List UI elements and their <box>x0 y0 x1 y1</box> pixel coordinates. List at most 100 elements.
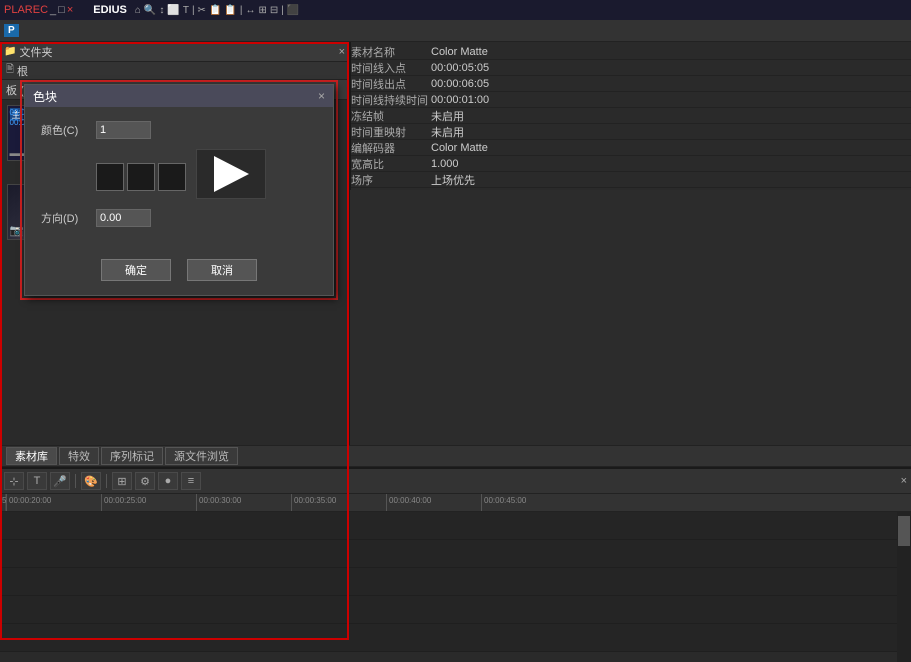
toolbar-sep3: | <box>281 5 284 16</box>
swatch-1[interactable] <box>96 163 124 191</box>
vscroll-thumb[interactable] <box>898 516 910 546</box>
file-panel-tab[interactable]: 📁 文件夹 <box>4 44 52 60</box>
bottom-area: ⊹ T 🎤 🎨 ⊞ ⚙ ● ≡ × 5 00:00:20:0000:00:25:… <box>0 467 911 662</box>
tl-btn-layers[interactable]: ≡ <box>181 472 201 490</box>
toolbar-icon-1[interactable]: ⌂ <box>135 5 141 16</box>
toolbar-icon-12[interactable]: ⬛ <box>287 5 299 16</box>
edius-title: EDIUS <box>93 4 127 16</box>
track-row-3 <box>0 568 897 596</box>
tl-btn-grid[interactable]: ⊞ <box>112 472 132 490</box>
info-row: 时间线入点 00:00:05:05 <box>351 60 911 76</box>
info-rows: 素材名称 Color Matte 时间线入点 00:00:05:05 时间线出点… <box>351 44 911 188</box>
track-body-1 <box>0 512 897 539</box>
tracks-area <box>0 512 911 662</box>
close-btn-app[interactable]: × <box>67 4 73 16</box>
dialog-title-bar: 色块 × <box>25 85 333 107</box>
info-row: 冻结帧 未启用 <box>351 108 911 124</box>
dialog-footer: 确定 取消 <box>25 251 333 295</box>
ok-button[interactable]: 确定 <box>101 259 171 281</box>
dialog-red-border: 色块 × 颜色(C) <box>20 80 338 300</box>
tab-1[interactable]: 特效 <box>59 447 99 465</box>
toolbar-icon-8[interactable]: 📋 <box>224 5 236 16</box>
ruler-mark: 00:00:25:00 <box>101 494 196 511</box>
ruler-mark: 00:00:30:00 <box>196 494 291 511</box>
tl-btn-mic[interactable]: 🎤 <box>50 472 70 490</box>
color-row: 颜色(C) <box>41 121 317 139</box>
tl-close-btn[interactable]: × <box>901 475 907 487</box>
direction-input[interactable] <box>96 209 151 227</box>
toolbar-sep1: | <box>192 5 195 16</box>
info-label: 时间线出点 <box>351 76 431 92</box>
timeline-vscroll[interactable] <box>897 512 911 662</box>
rec-text: REC <box>25 4 48 16</box>
track-body-4 <box>0 596 897 623</box>
cancel-button[interactable]: 取消 <box>187 259 257 281</box>
root-icon: 🖹 <box>6 62 14 79</box>
toolbar-icon-3[interactable]: ↕ <box>159 5 164 16</box>
info-row: 素材名称 Color Matte <box>351 44 911 60</box>
tab-0[interactable]: 素材库 <box>6 447 57 465</box>
swatch-3[interactable] <box>158 163 186 191</box>
info-label: 编解码器 <box>351 140 431 156</box>
tl-btn-circle[interactable]: ● <box>158 472 178 490</box>
main-toolbar: P <box>0 20 911 42</box>
info-label: 时间线入点 <box>351 60 431 76</box>
root-row: 🖹 根 <box>0 62 349 80</box>
info-value: 未启用 <box>431 108 464 124</box>
tab-bar: 素材库特效序列标记源文件浏览 <box>0 445 911 467</box>
tabs-container: 素材库特效序列标记源文件浏览 <box>6 447 238 465</box>
toolbar-icon-9[interactable]: ↔ <box>245 5 255 16</box>
tab-3[interactable]: 源文件浏览 <box>165 447 238 465</box>
color-block-dialog: 色块 × 颜色(C) <box>24 84 334 296</box>
toolbar-icon-11[interactable]: ⊟ <box>270 5 278 16</box>
info-label: 时间线持续时间 <box>351 92 431 108</box>
file-panel-close[interactable]: × <box>339 46 345 58</box>
toolbar-icon-6[interactable]: ✂ <box>198 5 206 16</box>
ruler-marks-container: 00:00:20:0000:00:25:0000:00:30:0000:00:3… <box>6 494 909 511</box>
dialog-overlay: 色块 × 颜色(C) <box>20 80 338 300</box>
timeline-tracks <box>0 512 897 662</box>
toolbar-icon-5[interactable]: T <box>183 5 189 16</box>
toolbar-icon-10[interactable]: ⊞ <box>258 5 266 16</box>
track-body-5 <box>0 624 897 651</box>
info-value: 00:00:06:05 <box>431 78 489 90</box>
info-value: 上场优先 <box>431 172 475 188</box>
toolbar-icon-7[interactable]: 📋 <box>209 5 221 16</box>
root-label: 根 <box>17 63 28 79</box>
ruler-mark: 00:00:40:00 <box>386 494 481 511</box>
info-row: 编解码器 Color Matte <box>351 140 911 156</box>
title-bar: PLA REC _ □ × EDIUS ⌂ 🔍 ↕ ⬜ T | ✂ 📋 📋 | … <box>0 0 911 20</box>
info-value: 1.000 <box>431 158 459 170</box>
track-row-4 <box>0 596 897 624</box>
swatch-2[interactable] <box>127 163 155 191</box>
timeline-ruler: 5 00:00:20:0000:00:25:0000:00:30:0000:00… <box>0 494 911 512</box>
toolbar-sep2: | <box>240 5 243 16</box>
maximize-btn[interactable]: □ <box>58 4 65 16</box>
tl-btn-settings[interactable]: ⚙ <box>135 472 155 490</box>
tl-btn-color[interactable]: 🎨 <box>81 472 101 490</box>
pla-text: PLA <box>4 4 25 16</box>
project-label: P <box>4 24 19 37</box>
dialog-title: 色块 <box>33 88 57 105</box>
info-value: 00:00:05:05 <box>431 62 489 74</box>
file-panel-header: 📁 文件夹 × <box>0 42 349 62</box>
color-input[interactable] <box>96 121 151 139</box>
info-panel: 素材名称 Color Matte 时间线入点 00:00:05:05 时间线出点… <box>350 42 911 190</box>
info-label: 场序 <box>351 172 431 188</box>
file-panel-title: 文件夹 <box>19 44 52 60</box>
tl-btn-move[interactable]: ⊹ <box>4 472 24 490</box>
ruler-mark: 00:00:20:00 <box>6 494 101 511</box>
minimize-btn[interactable]: _ <box>50 4 56 16</box>
arrow-preview <box>196 149 266 199</box>
info-row: 时间线出点 00:00:06:05 <box>351 76 911 92</box>
tl-btn-text[interactable]: T <box>27 472 47 490</box>
toolbar-icon-2[interactable]: 🔍 <box>144 5 156 16</box>
dialog-close-btn[interactable]: × <box>318 89 325 103</box>
toolbar-icon-4[interactable]: ⬜ <box>167 5 179 16</box>
info-label: 时间重映射 <box>351 124 431 140</box>
tab-2[interactable]: 序列标记 <box>101 447 163 465</box>
direction-row: 方向(D) <box>41 209 317 227</box>
track-row-1 <box>0 512 897 540</box>
info-value: 00:00:01:00 <box>431 94 489 106</box>
info-row: 时间重映射 未启用 <box>351 124 911 140</box>
